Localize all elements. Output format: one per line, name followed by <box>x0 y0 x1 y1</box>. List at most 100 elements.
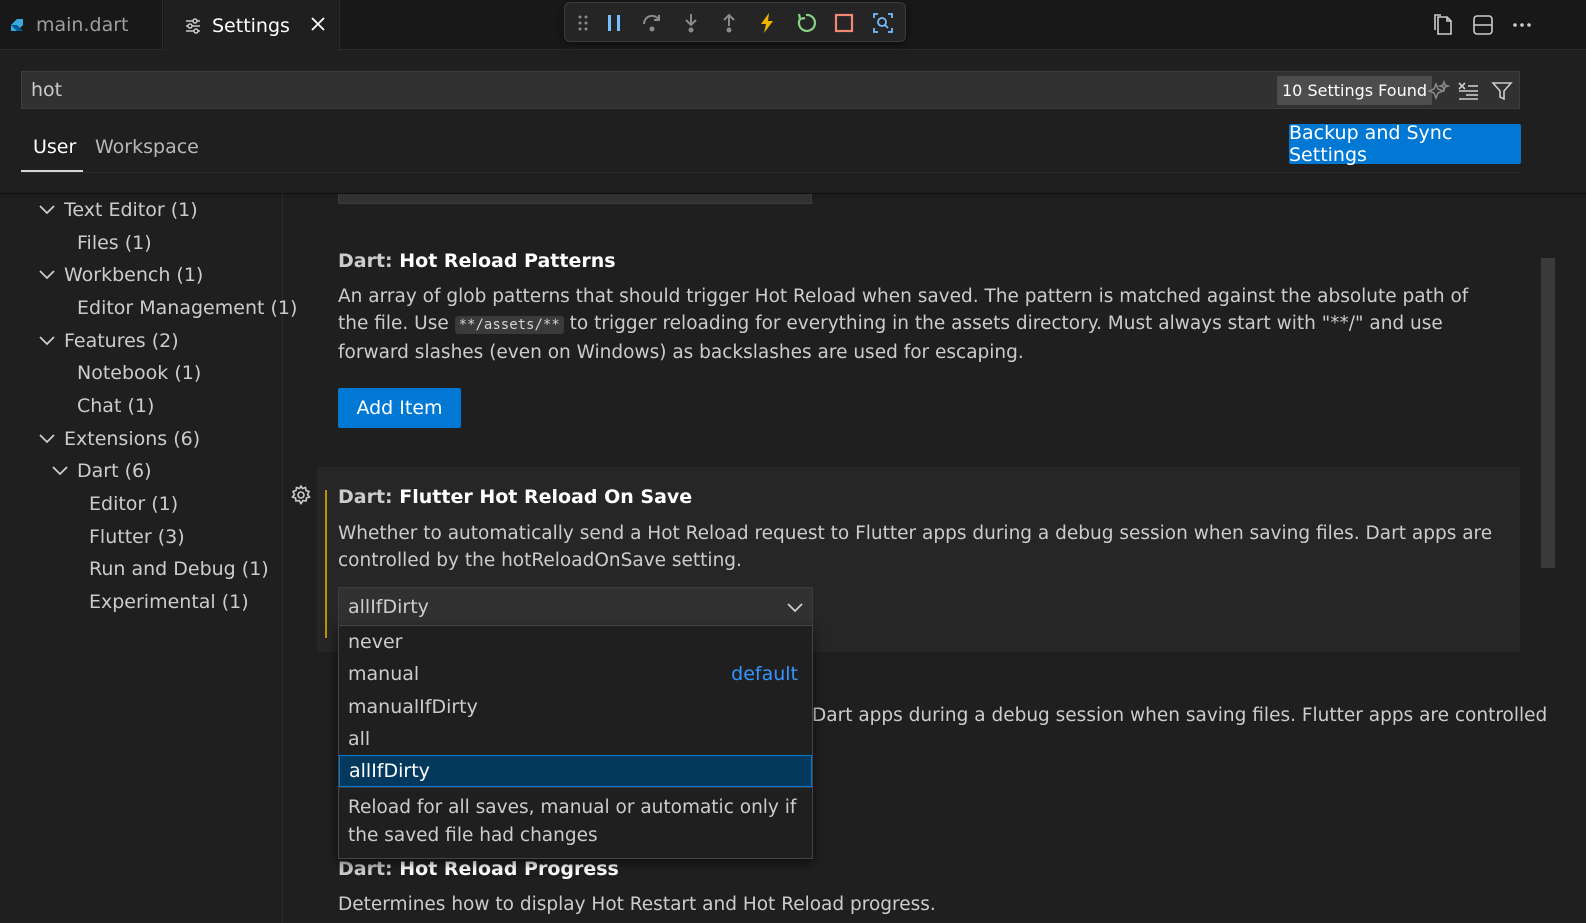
default-tag: default <box>731 663 798 685</box>
tree-item-files[interactable]: Files (1) <box>77 229 152 257</box>
setting-description: Whether to automatically send a Hot Relo… <box>338 523 1493 571</box>
option-description: Reload for all saves, manual or automati… <box>348 797 797 846</box>
select-dropdown-list: never manual default manualIfDirty all a… <box>338 625 813 859</box>
setting-title-hot-reload-progress: Dart: Hot Reload Progress <box>338 858 619 880</box>
step-into-icon[interactable] <box>677 9 705 37</box>
close-icon[interactable] <box>307 13 329 35</box>
tree-item-label: Text Editor (1) <box>64 199 198 221</box>
tree-item-label: Editor (1) <box>89 493 179 515</box>
tab-label: Settings <box>212 14 290 37</box>
setting-description: Determines how to display Hot Restart an… <box>338 894 936 915</box>
setting-description: An array of glob patterns that should tr… <box>338 283 1498 366</box>
step-out-icon[interactable] <box>715 9 743 37</box>
tree-item-flutter[interactable]: Flutter (3) <box>89 523 185 551</box>
tree-item-label: Flutter (3) <box>89 526 185 548</box>
tab-main-dart[interactable]: main.dart <box>0 0 163 50</box>
pause-icon[interactable] <box>600 9 628 37</box>
inline-code: **/assets/** <box>454 316 564 334</box>
previous-setting-input[interactable] <box>338 194 812 204</box>
select-value: allIfDirty <box>348 596 429 618</box>
tree-item-workbench[interactable]: Workbench (1) <box>38 261 203 289</box>
tree-item-chat[interactable]: Chat (1) <box>77 392 154 420</box>
setting-title-flutter-hot-reload-on-save: Dart: Flutter Hot Reload On Save <box>338 486 692 508</box>
settings-list: Dart: Hot Reload Patterns An array of gl… <box>284 194 1586 923</box>
tree-item-label: Editor Management (1) <box>77 297 298 319</box>
settings-search-input[interactable]: hot 10 Settings Found <box>21 71 1520 109</box>
setting-name: Flutter Hot Reload On Save <box>399 486 693 508</box>
step-over-icon[interactable] <box>638 9 666 37</box>
option-label: manual <box>348 663 420 685</box>
tab-user[interactable]: User <box>33 136 76 158</box>
option-label: allIfDirty <box>349 760 430 782</box>
setting-category: Dart: <box>338 858 400 880</box>
restart-icon[interactable] <box>792 9 820 37</box>
tree-item-dart[interactable]: Dart (6) <box>51 457 152 485</box>
tree-item-label: Extensions (6) <box>64 428 201 450</box>
tab-settings[interactable]: Settings <box>164 0 340 51</box>
editor-tab-bar: main.dart Settings <box>0 0 1586 51</box>
setting-name: Hot Reload Patterns <box>399 250 616 272</box>
tab-workspace[interactable]: Workspace <box>95 136 199 158</box>
tree-item-label: Files (1) <box>77 232 152 254</box>
chevron-down-icon <box>38 266 56 284</box>
tree-item-editor-management[interactable]: Editor Management (1) <box>77 294 297 322</box>
tree-item-dart-editor[interactable]: Editor (1) <box>89 490 178 518</box>
dart-file-icon <box>11 19 23 31</box>
gear-icon[interactable] <box>290 484 312 506</box>
tree-item-experimental[interactable]: Experimental (1) <box>89 588 249 616</box>
option-all[interactable]: all <box>339 723 812 755</box>
tree-item-label: Experimental (1) <box>89 591 249 613</box>
option-manual[interactable]: manual default <box>339 658 812 690</box>
option-label: manualIfDirty <box>348 696 478 718</box>
debug-toolbar <box>564 2 906 42</box>
tree-item-label: Workbench (1) <box>64 264 204 286</box>
modified-indicator <box>325 490 327 638</box>
filter-icon[interactable] <box>1488 77 1516 105</box>
open-settings-json-icon[interactable] <box>1427 10 1459 40</box>
divider <box>339 787 812 788</box>
stop-icon[interactable] <box>830 9 858 37</box>
chevron-down-icon <box>38 430 56 448</box>
tree-item-run-and-debug[interactable]: Run and Debug (1) <box>89 555 269 583</box>
more-actions-icon[interactable] <box>1506 10 1538 40</box>
drag-handle-icon[interactable] <box>569 9 597 37</box>
option-all-if-dirty[interactable]: allIfDirty <box>339 755 812 787</box>
settings-toc-tree: Text Editor (1) Files (1) Workbench (1) … <box>0 194 297 923</box>
clear-filter-list-icon[interactable] <box>1455 77 1483 105</box>
setting-title-hot-reload-patterns: Dart: Hot Reload Patterns <box>338 250 616 272</box>
chevron-down-icon <box>787 603 803 613</box>
clear-sparkle-icon[interactable] <box>1425 77 1453 105</box>
tree-item-text-editor[interactable]: Text Editor (1) <box>38 196 198 224</box>
setting-category: Dart: <box>338 486 400 508</box>
tree-item-notebook[interactable]: Notebook (1) <box>77 359 201 387</box>
option-label: never <box>348 631 403 653</box>
results-count-badge: 10 Settings Found <box>1277 76 1433 105</box>
hot-reload-on-save-select[interactable]: allIfDirty <box>338 587 813 627</box>
tree-item-label: Features (2) <box>64 330 179 352</box>
backup-sync-button[interactable]: Backup and Sync Settings <box>1289 122 1521 166</box>
tree-item-label: Run and Debug (1) <box>89 558 269 580</box>
option-manual-if-dirty[interactable]: manualIfDirty <box>339 691 812 723</box>
tree-item-features[interactable]: Features (2) <box>38 327 179 355</box>
chevron-down-icon <box>51 462 69 480</box>
option-label: all <box>348 728 371 750</box>
tree-item-label: Notebook (1) <box>77 362 202 384</box>
scrollbar[interactable] <box>1541 258 1555 568</box>
divider <box>21 172 1520 173</box>
option-never[interactable]: never <box>339 626 812 658</box>
tree-item-label: Dart (6) <box>77 460 152 482</box>
search-value: hot <box>31 79 63 101</box>
setting-description-partial: Dart apps during a debug session when sa… <box>812 705 1548 726</box>
tree-item-extensions[interactable]: Extensions (6) <box>38 425 200 453</box>
chevron-down-icon <box>38 332 56 350</box>
split-editor-icon[interactable] <box>1467 10 1499 40</box>
setting-category: Dart: <box>338 250 400 272</box>
hot-reload-icon[interactable] <box>753 9 781 37</box>
tab-label: main.dart <box>36 14 129 36</box>
chevron-down-icon <box>38 201 56 219</box>
setting-name: Hot Reload Progress <box>399 858 619 880</box>
add-item-button[interactable]: Add Item <box>338 388 461 428</box>
settings-sliders-icon <box>186 17 200 34</box>
inspect-widget-icon[interactable] <box>869 9 897 37</box>
tree-item-label: Chat (1) <box>77 395 155 417</box>
